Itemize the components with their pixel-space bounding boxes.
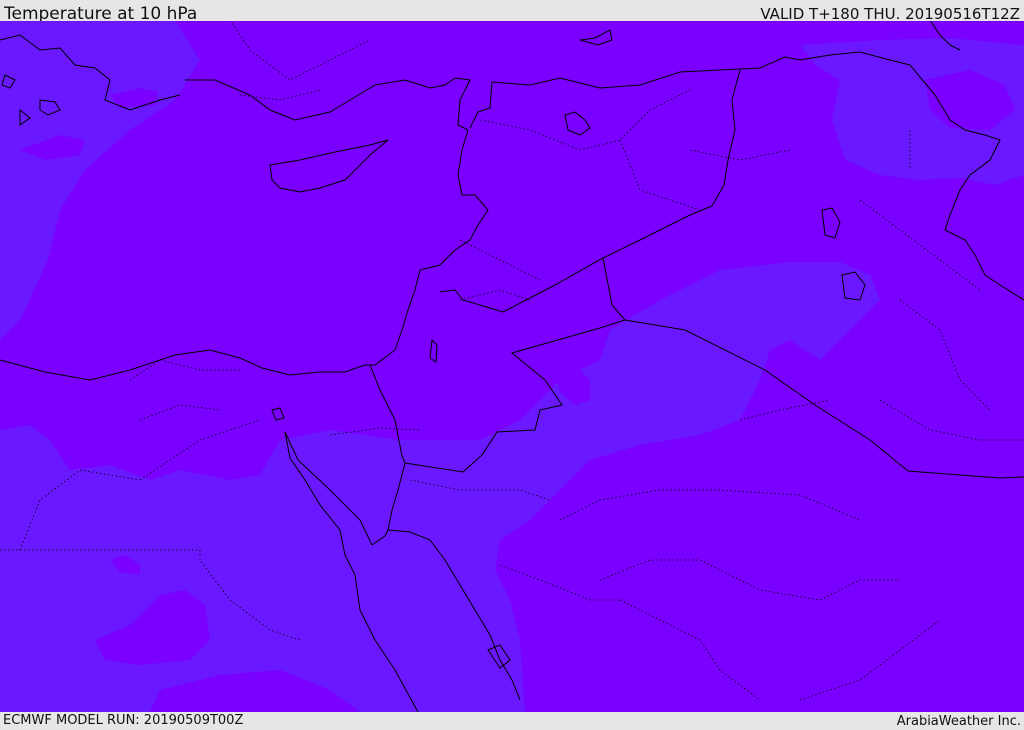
temperature-map xyxy=(0,21,1024,712)
map-canvas xyxy=(0,21,1024,712)
header-bar: Temperature at 10 hPa VALID T+180 THU. 2… xyxy=(0,0,1024,24)
footer-bar: ECMWF MODEL RUN: 20190509T00Z ArabiaWeat… xyxy=(0,712,1024,729)
credit-label: ArabiaWeather Inc. xyxy=(896,714,1021,729)
model-run-label: ECMWF MODEL RUN: 20190509T00Z xyxy=(3,713,244,728)
